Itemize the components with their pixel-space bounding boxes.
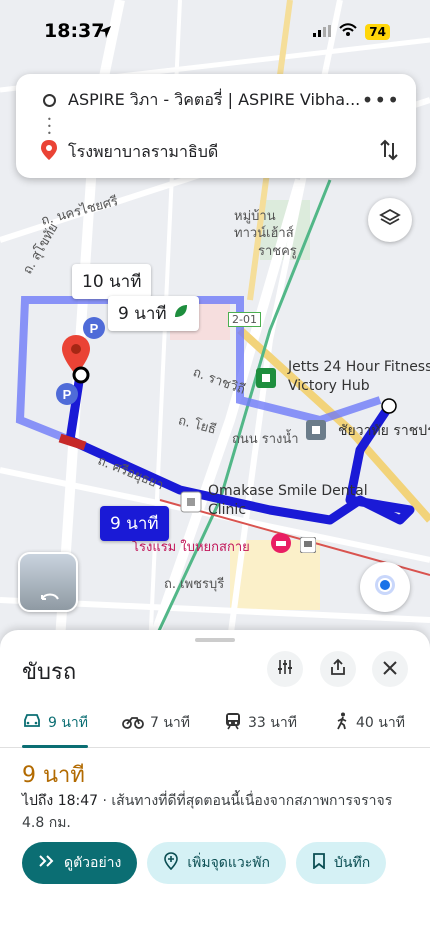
save-button[interactable]: บันทึก	[296, 842, 387, 884]
close-icon	[383, 660, 397, 679]
swap-icon[interactable]	[380, 139, 398, 165]
status-time: 18:37	[44, 20, 105, 42]
my-location-button[interactable]	[360, 562, 410, 612]
preview-button[interactable]: ดูตัวอย่าง	[22, 842, 138, 884]
double-chevron-icon	[38, 854, 56, 872]
motorbike-icon	[122, 713, 144, 733]
save-button-label: บันทึก	[334, 855, 371, 871]
tab-car-label: 9 นาที	[48, 715, 89, 731]
status-icons: 74	[313, 22, 390, 41]
gym-marker-icon[interactable]	[256, 368, 276, 392]
route-description: · เส้นทางที่ดีที่สุดตอนนี้เนื่องจากสภาพก…	[98, 793, 393, 809]
main-route-label[interactable]: 9 นาที	[100, 506, 169, 541]
station-marker-icon	[299, 536, 317, 557]
sliders-icon	[276, 658, 294, 680]
wifi-icon	[339, 22, 358, 41]
origin-field[interactable]: ASPIRE วิภา - วิคตอรี่ | ASPIRE Vibha...	[68, 88, 368, 113]
car-icon	[22, 713, 42, 733]
alt-route-label-9min-text: 9 นาที	[118, 304, 167, 324]
preview-button-label: ดูตัวอย่าง	[64, 855, 122, 871]
directions-sheet: ขับรถ 9 นาที 7 นาที 33 นาที 40 นาที 9 นา…	[0, 630, 430, 931]
destination-row[interactable]: โรงพยาบาลรามาธิบดี	[16, 130, 416, 174]
tab-transit-label: 33 นาที	[248, 715, 297, 731]
tab-transit[interactable]: 33 นาที	[224, 712, 297, 734]
bookmark-icon	[312, 853, 326, 873]
map-label-road-ranglang: ถนน รางน้ำ	[232, 432, 299, 447]
close-button[interactable]	[372, 651, 408, 687]
layers-icon	[379, 207, 401, 233]
eco-leaf-icon	[173, 303, 189, 324]
destination-point-icon	[72, 366, 90, 388]
tab-motorbike-label: 7 นาที	[150, 715, 191, 731]
clinic-marker-icon[interactable]	[180, 491, 202, 517]
cellular-signal-icon	[313, 22, 332, 41]
transit-marker-icon[interactable]	[306, 420, 326, 444]
alt-route-label-10min[interactable]: 10 นาที	[72, 264, 152, 299]
origin-row[interactable]: ASPIRE วิภา - วิคตอรี่ | ASPIRE Vibha...…	[16, 78, 416, 122]
more-options-icon[interactable]: •••	[362, 88, 400, 112]
map-label-village3: ราชครู	[258, 244, 297, 259]
maps-screen: หมู่บ้าน ทาวน์เฮ้าส์ ราชครู ถ. นครไชยศรี…	[0, 0, 430, 931]
poi-victory-label[interactable]: ชัยวาทัย ราชปร	[338, 420, 430, 442]
poi-jetts-label-2[interactable]: Victory Hub	[288, 378, 370, 394]
alt-route-label-9min[interactable]: 9 นาที	[108, 296, 199, 331]
trip-distance: 4.8 กม.	[22, 815, 71, 831]
tab-walk-label: 40 นาที	[356, 715, 405, 731]
destination-pin-small-icon	[41, 140, 57, 164]
poi-jetts-label[interactable]: Jetts 24 Hour Fitness	[288, 359, 430, 375]
status-bar: 18:37 74	[0, 0, 430, 60]
layers-button[interactable]	[368, 198, 412, 242]
travel-mode-tabs: 9 นาที 7 นาที 33 นาที 40 นาที	[0, 702, 430, 748]
sheet-title: ขับรถ	[22, 660, 77, 685]
sheet-drag-handle[interactable]	[195, 638, 235, 642]
street-view-thumbnail[interactable]	[18, 552, 78, 612]
destination-field[interactable]: โรงพยาบาลรามาธิบดี	[68, 140, 368, 165]
hotel-marker-icon[interactable]	[270, 532, 292, 558]
origin-point-icon	[380, 397, 398, 419]
share-icon	[329, 658, 347, 680]
arrival-time: ไปถึง 18:47	[22, 793, 99, 809]
my-location-icon	[373, 573, 397, 601]
origin-circle-icon	[43, 93, 56, 107]
add-stop-button-label: เพิ่มจุดแวะพัก	[187, 855, 271, 871]
tab-walk[interactable]: 40 นาที	[334, 712, 405, 734]
poi-omakase-label-2[interactable]: Clinic	[208, 502, 246, 518]
map-label-road-phetchaburi: ถ. เพชรบุรี	[164, 577, 225, 592]
location-arrow-icon	[98, 24, 112, 43]
add-stop-button[interactable]: เพิ่มจุดแวะพัก	[147, 842, 287, 884]
transit-icon	[224, 712, 242, 734]
walk-icon	[334, 712, 350, 734]
share-button[interactable]	[320, 651, 356, 687]
directions-card: ASPIRE วิภา - วิคตอรี่ | ASPIRE Vibha...…	[16, 74, 416, 178]
poi-omakase-label[interactable]: Omakase Smile Dental	[208, 483, 368, 499]
svg-text:P: P	[90, 321, 99, 336]
tab-motorbike[interactable]: 7 นาที	[122, 712, 190, 734]
add-stop-icon	[163, 852, 179, 874]
battery-indicator: 74	[365, 23, 390, 40]
street-view-rotate-icon	[40, 590, 60, 609]
svg-text:P: P	[63, 387, 72, 402]
tab-car[interactable]: 9 นาที	[22, 712, 88, 734]
route-sign: 2-01	[228, 312, 261, 327]
active-tab-indicator	[22, 745, 88, 748]
trip-duration: 9 นาที	[22, 763, 85, 788]
trip-details: ไปถึง 18:47 · เส้นทางที่ดีที่สุดตอนนี้เน…	[22, 790, 412, 834]
action-buttons: ดูตัวอย่าง เพิ่มจุดแวะพัก บันทึก	[22, 842, 387, 884]
route-options-button[interactable]	[267, 651, 303, 687]
